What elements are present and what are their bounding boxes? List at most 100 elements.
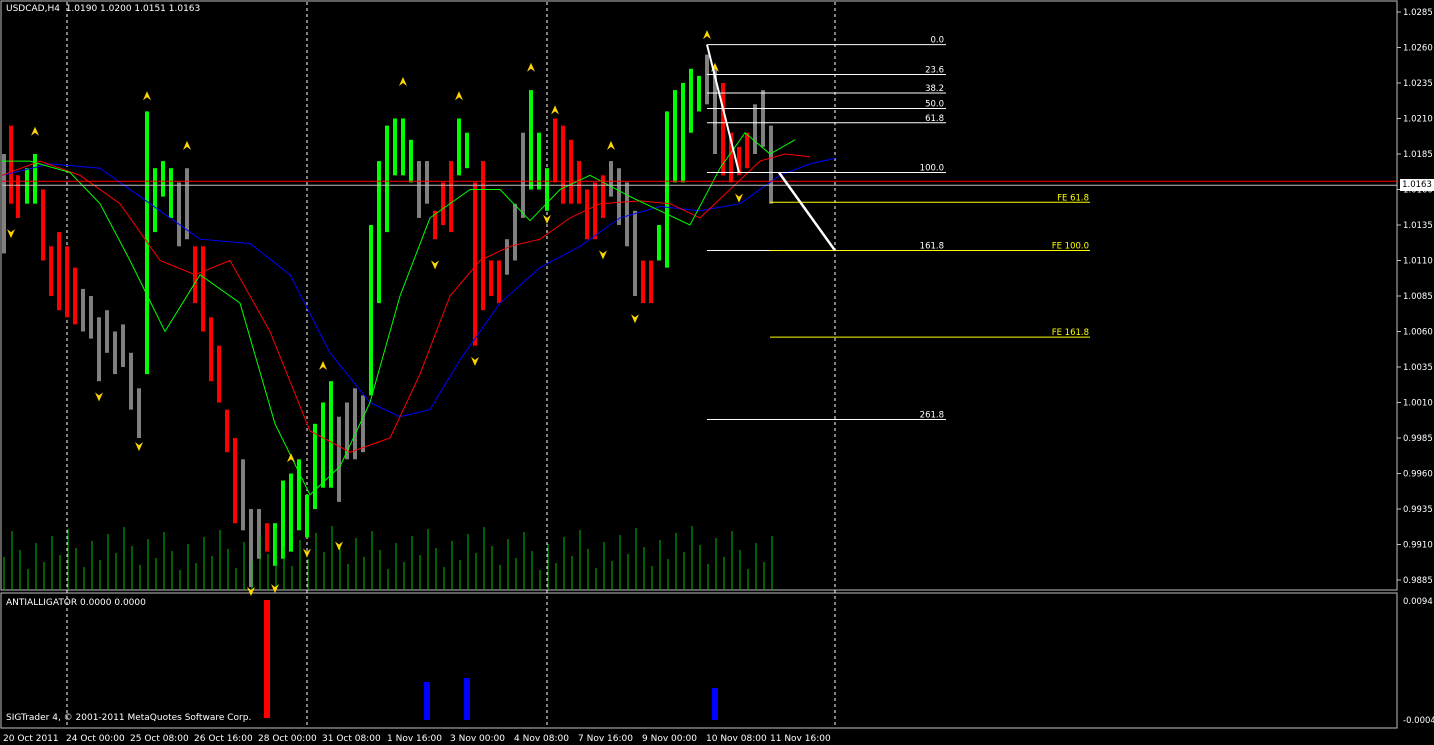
- fractal-up-icon: [607, 140, 615, 150]
- price-bar: [409, 139, 413, 183]
- price-bar: [649, 260, 653, 304]
- price-chart[interactable]: 1.02851.02601.02351.02101.01851.01601.01…: [0, 0, 1434, 745]
- x-axis-label: 10 Nov 08:00: [706, 734, 767, 744]
- price-bar: [393, 118, 397, 176]
- price-bar: [513, 203, 517, 261]
- price-bar: [361, 395, 365, 453]
- fractal-up-icon: [31, 126, 39, 136]
- y-axis-label: 1.0210: [1403, 115, 1433, 125]
- fib-level-label: 38.2: [925, 84, 944, 94]
- price-bar: [137, 388, 141, 438]
- copyright-text: SIGTrader 4, © 2001-2011 MetaQuotes Soft…: [6, 713, 252, 723]
- fractal-up-icon: [455, 91, 463, 101]
- price-bar: [697, 75, 701, 112]
- fractal-down-icon: [335, 541, 343, 551]
- indicator-bar: [264, 600, 270, 718]
- fib-level-label: 261.8: [920, 411, 944, 421]
- y-axis-label: 1.0135: [1403, 221, 1433, 231]
- y-axis-label: 0.9910: [1403, 541, 1433, 551]
- price-bar: [153, 168, 157, 233]
- symbol-label: USDCAD,H4: [6, 4, 60, 14]
- x-axis-label: 4 Nov 08:00: [514, 734, 569, 744]
- fractal-up-icon: [527, 62, 535, 72]
- price-bar: [617, 168, 621, 225]
- price-bar: [745, 132, 749, 169]
- price-bar: [329, 381, 333, 488]
- price-bar: [577, 161, 581, 204]
- price-bar: [121, 324, 125, 367]
- price-bar: [561, 125, 565, 204]
- price-bar: [241, 459, 245, 531]
- fractal-up-icon: [551, 105, 559, 115]
- y-axis-label: 0.9935: [1403, 505, 1433, 515]
- price-bar: [113, 331, 117, 375]
- price-bar: [769, 125, 773, 204]
- price-bar: [633, 210, 637, 296]
- x-axis-label: 7 Nov 16:00: [578, 734, 633, 744]
- fractal-down-icon: [431, 260, 439, 270]
- price-bar: [753, 104, 757, 154]
- price-bar: [233, 438, 237, 524]
- fe-level-label: FE 61.8: [1057, 193, 1089, 203]
- price-bar: [673, 90, 677, 183]
- x-axis-label: 28 Oct 00:00: [258, 734, 317, 744]
- fractal-down-icon: [631, 314, 639, 324]
- price-bar: [177, 182, 181, 247]
- price-bar: [369, 225, 373, 396]
- ohlc-values: 1.0190 1.0200 1.0151 1.0163: [65, 4, 201, 14]
- chart-window[interactable]: 1.02851.02601.02351.02101.01851.01601.01…: [0, 0, 1434, 745]
- price-bar: [57, 232, 61, 311]
- price-bar: [553, 118, 557, 183]
- x-axis-label: 31 Oct 08:00: [322, 734, 381, 744]
- y-axis-label: 1.0235: [1403, 79, 1433, 89]
- fractal-up-icon: [703, 30, 711, 40]
- price-bar: [457, 118, 461, 176]
- price-bar: [497, 260, 501, 304]
- price-bar: [2, 154, 6, 254]
- price-bar: [505, 239, 509, 275]
- price-bar: [489, 260, 493, 296]
- price-bar: [33, 154, 37, 204]
- fractal-down-icon: [135, 442, 143, 452]
- fractal-down-icon: [247, 586, 255, 596]
- indicator-scale-top: 0.0094: [1403, 597, 1433, 607]
- price-bar: [217, 345, 221, 403]
- price-bar: [569, 139, 573, 204]
- price-bar: [441, 182, 445, 225]
- price-bar: [97, 317, 101, 382]
- price-bar: [521, 132, 525, 218]
- fe-level-label: FE 161.8: [1052, 328, 1089, 338]
- y-axis-label: 1.0285: [1403, 8, 1433, 18]
- x-axis-label: 3 Nov 00:00: [450, 734, 505, 744]
- fractal-up-icon: [319, 361, 327, 370]
- fractal-up-icon: [287, 453, 295, 463]
- fractal-down-icon: [7, 229, 15, 239]
- price-bar: [41, 189, 45, 261]
- price-bar: [313, 423, 317, 509]
- price-bar: [449, 161, 453, 233]
- x-axis-label: 25 Oct 08:00: [130, 734, 189, 744]
- price-bar: [681, 83, 685, 183]
- price-bar: [305, 494, 309, 538]
- price-bar: [265, 523, 269, 552]
- fractal-up-icon: [143, 91, 151, 101]
- price-bar: [209, 317, 213, 382]
- price-bar: [65, 246, 69, 318]
- fractal-down-icon: [471, 356, 479, 366]
- price-bar: [761, 90, 765, 147]
- y-axis-label: 1.0035: [1403, 363, 1433, 373]
- price-bar: [705, 54, 709, 105]
- price-bar: [81, 288, 85, 332]
- price-bar: [25, 168, 29, 204]
- y-axis-label: 1.0010: [1403, 399, 1433, 409]
- price-bar: [417, 161, 421, 218]
- price-bar: [665, 111, 669, 268]
- fractal-down-icon: [271, 584, 279, 594]
- price-bar: [625, 182, 629, 247]
- price-bar: [129, 352, 133, 410]
- x-axis-label: 20 Oct 2011: [3, 734, 59, 744]
- price-bar: [89, 296, 93, 339]
- y-axis-label: 0.9960: [1403, 470, 1433, 480]
- fractal-up-icon: [399, 77, 407, 86]
- fib-level-label: 61.8: [925, 114, 944, 124]
